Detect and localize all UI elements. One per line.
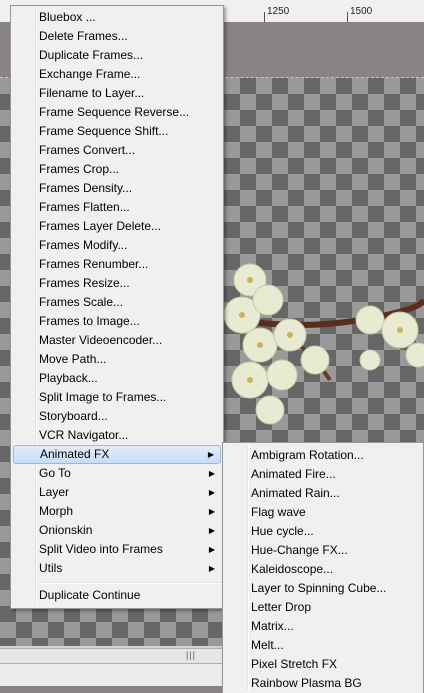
ruler-tick (347, 12, 348, 22)
video-menu: Bluebox ... Delete Frames... Duplicate Fra… (10, 5, 224, 609)
menu-item-label: Exchange Frame... (39, 67, 141, 81)
menu-item[interactable]: Split Image to Frames... (13, 388, 221, 407)
menu-item[interactable]: Onionskin ▶ (13, 521, 221, 540)
menu-item[interactable]: Frames Convert... (13, 141, 221, 160)
menu-item-label: Onionskin (39, 523, 93, 537)
menu-item-label: Animated FX (40, 447, 110, 461)
menu-item-label: Frames Scale... (39, 295, 124, 309)
menu-item-label: Frames Flatten... (39, 200, 130, 214)
submenu-arrow-icon: ▶ (208, 507, 215, 516)
blossom-image (223, 263, 424, 425)
menu-separator (39, 582, 221, 584)
menu-item-label: Frames Density... (39, 181, 133, 195)
menu-item-label: Frames Crop... (39, 162, 120, 176)
menu-item-label: Master Videoencoder... (39, 333, 163, 347)
submenu-arrow-icon: ▶ (207, 450, 214, 459)
menu-item[interactable]: Exchange Frame... (13, 65, 221, 84)
menu-item[interactable]: Frames Crop... (13, 160, 221, 179)
menu-item-duplicate-continue[interactable]: Duplicate Continue (13, 586, 221, 605)
menu-item[interactable]: Frame Sequence Reverse... (13, 103, 221, 122)
submenu-item[interactable]: Pixel Stretch FX (225, 655, 421, 674)
menu-item[interactable]: Filename to Layer... (13, 84, 221, 103)
menu-item-label: Frames Resize... (39, 276, 130, 290)
menu-item[interactable]: Master Videoencoder... (13, 331, 221, 350)
menu-item-label: Split Image to Frames... (39, 390, 167, 404)
menu-item-label: Utils (39, 561, 63, 575)
menu-item-label: Playback... (39, 371, 98, 385)
submenu-item[interactable]: Rainbow Plasma BG (225, 674, 421, 693)
menu-item[interactable]: Frames to Image... (13, 312, 221, 331)
submenu-item[interactable]: Hue cycle... (225, 522, 421, 541)
menu-item[interactable]: Frame Sequence Shift... (13, 122, 221, 141)
animated-fx-submenu: Ambigram Rotation... Animated Fire... Anim… (222, 442, 424, 693)
menu-item[interactable]: Playback... (13, 369, 221, 388)
menu-item-label: Layer (39, 485, 70, 499)
submenu-item[interactable]: Animated Rain... (225, 484, 421, 503)
menu-item-label: Frames Modify... (39, 238, 128, 252)
submenu-arrow-icon: ▶ (208, 526, 215, 535)
submenu-item[interactable]: Ambigram Rotation... (225, 446, 421, 465)
menu-item[interactable]: Utils ▶ (13, 559, 221, 578)
menu-item-label: Frames to Image... (39, 314, 140, 328)
menu-item[interactable]: Move Path... (13, 350, 221, 369)
menu-item-label: Go To (39, 466, 71, 480)
menu-item[interactable]: Animated FX ▶ (13, 445, 221, 464)
menu-item[interactable]: Frames Layer Delete... (13, 217, 221, 236)
menu-item[interactable]: Frames Modify... (13, 236, 221, 255)
menu-item[interactable]: Frames Resize... (13, 274, 221, 293)
ruler-label: 1250 (267, 6, 290, 17)
menu-item-label: Storyboard... (39, 409, 108, 423)
menu-item-label: Delete Frames... (39, 29, 128, 43)
menu-item-label: Frames Layer Delete... (39, 219, 162, 233)
menu-item[interactable]: Frames Renumber... (13, 255, 221, 274)
menu-item[interactable]: Storyboard... (13, 407, 221, 426)
ruler-label: 1500 (350, 6, 373, 17)
menu-item-label: Frame Sequence Reverse... (39, 105, 190, 119)
submenu-item[interactable]: Hue-Change FX... (225, 541, 421, 560)
submenu-item[interactable]: Kaleidoscope... (225, 560, 421, 579)
menu-item[interactable]: Frames Flatten... (13, 198, 221, 217)
menu-item-label: Bluebox ... (39, 10, 96, 24)
submenu-item[interactable]: Layer to Spinning Cube... (225, 579, 421, 598)
menu-item[interactable]: Layer ▶ (13, 483, 221, 502)
submenu-item[interactable]: Animated Fire... (225, 465, 421, 484)
submenu-item[interactable]: Matrix... (225, 617, 421, 636)
scroll-grip[interactable]: ||| (186, 650, 196, 660)
submenu-arrow-icon: ▶ (208, 545, 215, 554)
menu-item[interactable]: Bluebox ... (13, 8, 221, 27)
submenu-item[interactable]: Flag wave (225, 503, 421, 522)
menu-item[interactable]: Delete Frames... (13, 27, 221, 46)
menu-item[interactable]: Duplicate Frames... (13, 46, 221, 65)
menu-item-label: Filename to Layer... (39, 86, 145, 100)
submenu-arrow-icon: ▶ (208, 469, 215, 478)
submenu-item[interactable]: Letter Drop (225, 598, 421, 617)
menu-item[interactable]: Split Video into Frames ▶ (13, 540, 221, 559)
submenu-item[interactable]: Melt... (225, 636, 421, 655)
menu-item[interactable]: Frames Scale... (13, 293, 221, 312)
menu-item-label: Frames Convert... (39, 143, 136, 157)
submenu-arrow-icon: ▶ (208, 488, 215, 497)
ruler-tick (264, 12, 265, 22)
menu-item[interactable]: Go To ▶ (13, 464, 221, 483)
menu-item-label: Morph (39, 504, 74, 518)
menu-item-label: Duplicate Frames... (39, 48, 144, 62)
menu-item-label: Split Video into Frames (39, 542, 163, 556)
menu-item-label: Frames Renumber... (39, 257, 149, 271)
menu-item-label: Frame Sequence Shift... (39, 124, 169, 138)
menu-item[interactable]: Frames Density... (13, 179, 221, 198)
menu-item[interactable]: VCR Navigator... (13, 426, 221, 445)
submenu-arrow-icon: ▶ (208, 564, 215, 573)
menu-item-label: VCR Navigator... (39, 428, 129, 442)
menu-item-label: Move Path... (39, 352, 107, 366)
menu-item[interactable]: Morph ▶ (13, 502, 221, 521)
